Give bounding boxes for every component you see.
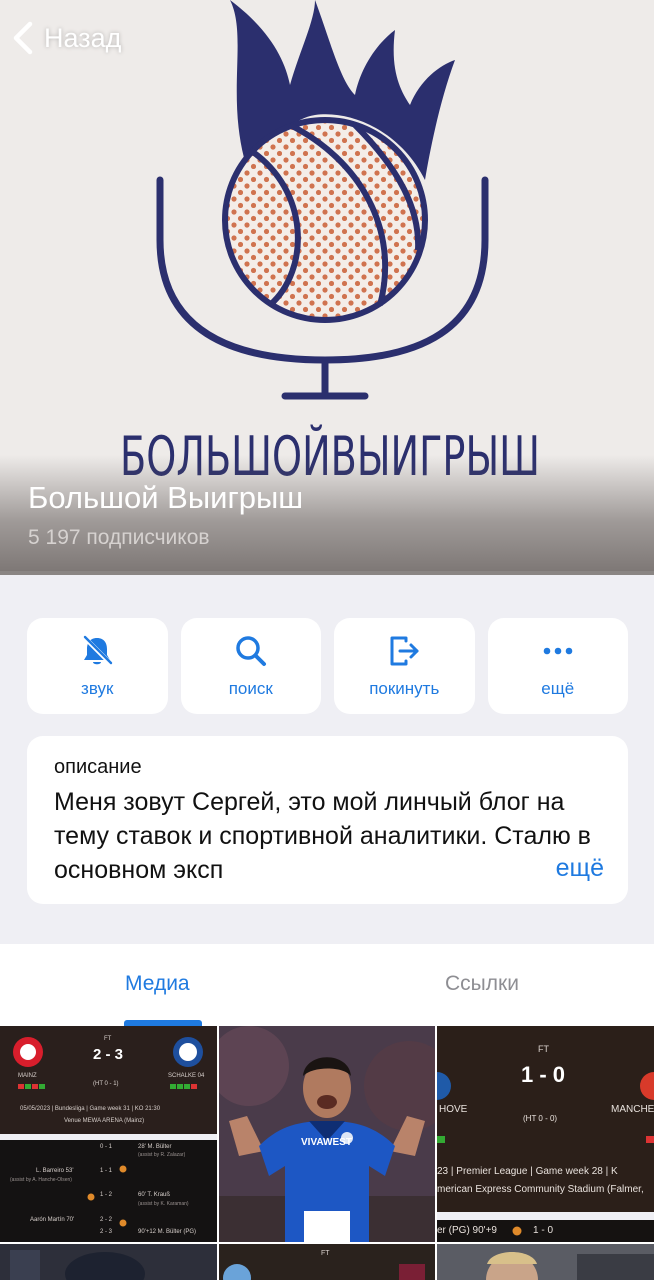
media-grid: FT 2 - 3 MAINZ SCHALKE 04 (HT 0 - 1) 05/… — [0, 1026, 654, 1280]
shirt-sponsor-text: VIVAWEST — [301, 1137, 352, 1148]
chevron-left-icon — [13, 21, 33, 55]
channel-title: Большой Выигрыш — [28, 480, 304, 515]
club-crest-icon — [399, 1264, 425, 1280]
search-button[interactable]: поиск — [180, 618, 321, 714]
more-label: ещё — [541, 679, 575, 698]
channel-cover: БОЛЬШОЙВЫИГРЫШ Назад Большой Выигрыш 5 1… — [0, 0, 654, 575]
leave-icon — [390, 636, 419, 666]
subscriber-count: 5 197 подписчиков — [28, 526, 210, 549]
media-thumbnail[interactable]: VIVAWEST — [219, 1026, 435, 1242]
more-button[interactable]: ещё — [487, 618, 628, 714]
leave-button[interactable]: покинуть — [334, 618, 475, 714]
tab-links[interactable]: Ссылки — [445, 972, 519, 996]
search-icon — [236, 636, 266, 666]
bell-slash-icon — [82, 635, 113, 666]
score-text: 1 - 0 — [521, 1062, 566, 1087]
score-text: 2 - 3 — [93, 1046, 124, 1063]
ellipsis-icon — [543, 647, 573, 655]
channel-logo: БОЛЬШОЙВЫИГРЫШ — [120, 0, 540, 488]
mute-button[interactable]: звук — [27, 618, 168, 714]
description-heading: описание — [54, 756, 142, 778]
description-more-link[interactable]: ещё — [551, 854, 604, 883]
media-thumbnail[interactable] — [437, 1244, 654, 1280]
action-bar: звук поиск покинуть ещё — [27, 618, 628, 714]
media-thumbnail[interactable] — [0, 1244, 217, 1280]
media-tabs: Медиа Ссылки — [0, 944, 654, 1026]
mute-label: звук — [81, 679, 114, 698]
media-thumbnail[interactable]: FT 1 - 0 HOVE MANCHE (HT 0 - 0) 23 | Pre… — [437, 1026, 654, 1242]
media-thumbnail[interactable]: FT — [219, 1244, 435, 1280]
tab-media[interactable]: Медиа — [125, 972, 190, 996]
media-thumbnail[interactable]: FT 2 - 3 MAINZ SCHALKE 04 (HT 0 - 1) 05/… — [0, 1026, 217, 1242]
back-button[interactable]: Назад — [10, 18, 121, 58]
search-label: поиск — [228, 679, 273, 698]
leave-label: покинуть — [369, 679, 440, 698]
player-photo — [219, 1026, 435, 1242]
description-text: Меня зовут Сергей, это мой линчый блог н… — [54, 785, 602, 887]
back-label: Назад — [44, 22, 122, 53]
description-card: описание Меня зовут Сергей, это мой линч… — [27, 736, 628, 904]
